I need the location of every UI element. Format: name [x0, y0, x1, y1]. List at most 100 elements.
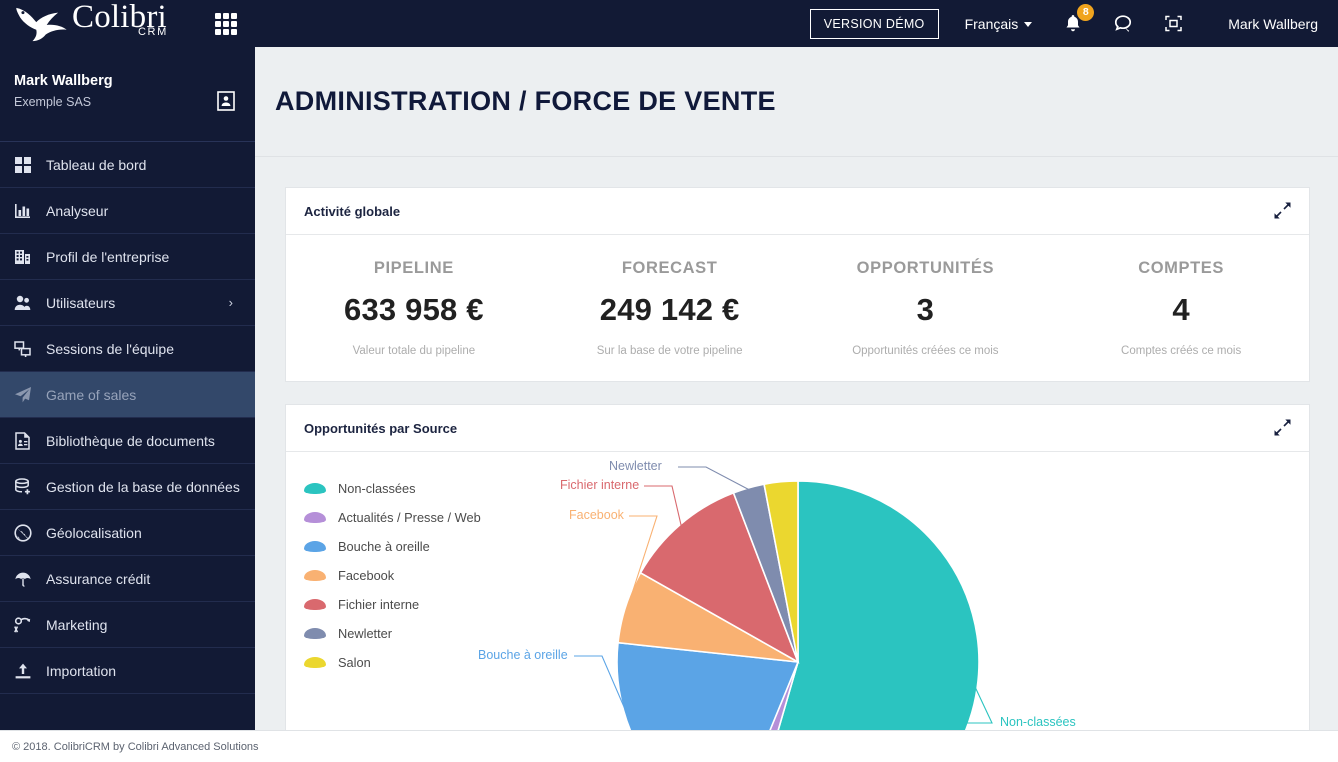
- dashboard-icon: [14, 156, 44, 174]
- kpi-value: 249 142 €: [600, 292, 740, 328]
- kpi-label: FORECAST: [622, 259, 718, 278]
- sidebar-menu: Tableau de bord Analyseur Profil de l'entr…: [0, 142, 255, 694]
- sidebar-item-g-olocalisation[interactable]: Géolocalisation: [0, 510, 255, 556]
- activity-card-header: Activité globale: [286, 188, 1309, 235]
- hummingbird-logo: [12, 5, 70, 43]
- sidebar-profile: Mark Wallberg Exemple SAS: [0, 47, 255, 142]
- brand-subtitle: CRM: [138, 26, 168, 38]
- kpi-sub: Comptes créés ce mois: [1121, 345, 1241, 357]
- notifications-button[interactable]: 8: [1062, 13, 1084, 35]
- pie-leader-line: [644, 486, 681, 526]
- language-selector[interactable]: Français: [965, 16, 1033, 32]
- sidebar-item-label: Profil de l'entreprise: [46, 249, 169, 265]
- messages-button[interactable]: [1112, 13, 1134, 35]
- pie-chart: Newletter Fichier interne Facebook Bouche à…: [286, 452, 1309, 752]
- sidebar-item-label: Gestion de la base de données: [46, 479, 240, 495]
- pie-leader-line: [678, 467, 749, 490]
- kpi-value: 4: [1172, 292, 1189, 328]
- chevron-down-icon: [1024, 22, 1032, 27]
- database-icon: [14, 478, 44, 496]
- kpi-value: 633 958 €: [344, 292, 484, 328]
- sidebar-item-gestion-de-la-base-de-donn-es[interactable]: Gestion de la base de données: [0, 464, 255, 510]
- sidebar-item-sessions-de-l-quipe[interactable]: Sessions de l'équipe: [0, 326, 255, 372]
- footer-text: © 2018. ColibriCRM by Colibri Advanced S…: [12, 741, 259, 753]
- content-area: Activité globale PIPELINE 633 958 € Valeur…: [255, 157, 1338, 753]
- sidebar-item-label: Géolocalisation: [46, 525, 142, 541]
- screens-icon: [14, 340, 44, 358]
- upload-icon: [14, 662, 44, 680]
- sidebar-item-label: Game of sales: [46, 387, 136, 403]
- sidebar-item-marketing[interactable]: Marketing: [0, 602, 255, 648]
- brand-area[interactable]: Colibri CRM: [0, 0, 255, 47]
- sidebar: Mark Wallberg Exemple SAS Tableau de bor…: [0, 47, 255, 762]
- notification-badge: 8: [1077, 4, 1094, 21]
- chart-bar-icon: [14, 202, 44, 220]
- pie-callout-label: Facebook: [569, 508, 624, 522]
- chat-bubble-icon: [1113, 14, 1133, 33]
- expand-icon[interactable]: [1274, 202, 1291, 219]
- building-icon: [14, 248, 44, 266]
- contact-card-icon[interactable]: [217, 91, 235, 111]
- user-name[interactable]: Mark Wallberg: [1228, 16, 1318, 32]
- apps-grid-icon[interactable]: [215, 13, 237, 35]
- kpi-pipeline: PIPELINE 633 958 € Valeur totale du pipeli…: [286, 235, 542, 381]
- sidebar-item-label: Marketing: [46, 617, 107, 633]
- activity-card: Activité globale PIPELINE 633 958 € Valeur…: [285, 187, 1310, 382]
- fullscreen-button[interactable]: [1162, 13, 1184, 35]
- sidebar-item-label: Utilisateurs: [46, 295, 115, 311]
- sidebar-item-label: Sessions de l'équipe: [46, 341, 174, 357]
- kpi-value: 3: [917, 292, 934, 328]
- sidebar-item-label: Tableau de bord: [46, 157, 146, 173]
- fullscreen-icon: [1164, 14, 1183, 33]
- sidebar-item-label: Analyseur: [46, 203, 108, 219]
- kpi-opportunit-s: OPPORTUNITÉS 3 Opportunités créées ce mois: [798, 235, 1054, 381]
- main-content: ADMINISTRATION / FORCE DE VENTE Activité…: [255, 47, 1338, 762]
- kpi-sub: Sur la base de votre pipeline: [597, 345, 743, 357]
- sidebar-item-assurance-cr-dit[interactable]: Assurance crédit: [0, 556, 255, 602]
- language-label: Français: [965, 16, 1019, 32]
- sidebar-item-game-of-sales[interactable]: Game of sales: [0, 372, 255, 418]
- pie-svg: [286, 452, 1309, 752]
- top-bar: Colibri CRM VERSION DÉMO Français 8: [0, 0, 1338, 47]
- page-header: ADMINISTRATION / FORCE DE VENTE: [255, 47, 1338, 157]
- expand-icon[interactable]: [1274, 419, 1291, 436]
- sidebar-item-label: Assurance crédit: [46, 571, 150, 587]
- kpi-comptes: COMPTES 4 Comptes créés ce mois: [1053, 235, 1309, 381]
- footer: © 2018. ColibriCRM by Colibri Advanced S…: [0, 730, 1338, 762]
- chevron-right-icon: ›: [229, 295, 233, 310]
- activity-card-title: Activité globale: [304, 204, 400, 219]
- source-card-title: Opportunités par Source: [304, 421, 457, 436]
- sidebar-item-importation[interactable]: Importation: [0, 648, 255, 694]
- source-card: Opportunités par Source Non-classéesActu…: [285, 404, 1310, 753]
- profile-name: Mark Wallberg: [14, 73, 255, 89]
- marketing-icon: [14, 616, 44, 634]
- sidebar-item-tableau-de-bord[interactable]: Tableau de bord: [0, 142, 255, 188]
- pie-chart-body: Non-classéesActualités / Presse / WebBou…: [286, 452, 1309, 752]
- kpi-sub: Opportunités créées ce mois: [852, 345, 998, 357]
- sidebar-item-label: Bibliothèque de documents: [46, 433, 215, 449]
- top-bar-right: VERSION DÉMO Français 8: [810, 0, 1338, 47]
- demo-version-button[interactable]: VERSION DÉMO: [810, 9, 939, 39]
- umbrella-icon: [14, 570, 44, 588]
- page-title: ADMINISTRATION / FORCE DE VENTE: [275, 86, 776, 117]
- paper-plane-icon: [14, 386, 44, 404]
- source-card-header: Opportunités par Source: [286, 405, 1309, 452]
- kpi-label: COMPTES: [1138, 259, 1224, 278]
- kpi-sub: Valeur totale du pipeline: [353, 345, 476, 357]
- sidebar-item-profil-de-l-entreprise[interactable]: Profil de l'entreprise: [0, 234, 255, 280]
- kpi-row: PIPELINE 633 958 € Valeur totale du pipeli…: [286, 235, 1309, 381]
- pie-callout-label: Newletter: [609, 459, 662, 473]
- sidebar-item-biblioth-que-de-documents[interactable]: Bibliothèque de documents: [0, 418, 255, 464]
- sidebar-item-analyseur[interactable]: Analyseur: [0, 188, 255, 234]
- users-icon: [14, 294, 44, 312]
- document-icon: [14, 432, 44, 450]
- globe-icon: [14, 524, 44, 542]
- kpi-label: PIPELINE: [374, 259, 454, 278]
- pie-callout-label: Bouche à oreille: [478, 648, 568, 662]
- pie-callout-label: Fichier interne: [560, 478, 639, 492]
- kpi-forecast: FORECAST 249 142 € Sur la base de votre pi…: [542, 235, 798, 381]
- pie-callout-label: Non-classées: [1000, 715, 1076, 729]
- sidebar-item-label: Importation: [46, 663, 116, 679]
- sidebar-item-utilisateurs[interactable]: Utilisateurs ›: [0, 280, 255, 326]
- kpi-label: OPPORTUNITÉS: [857, 259, 994, 278]
